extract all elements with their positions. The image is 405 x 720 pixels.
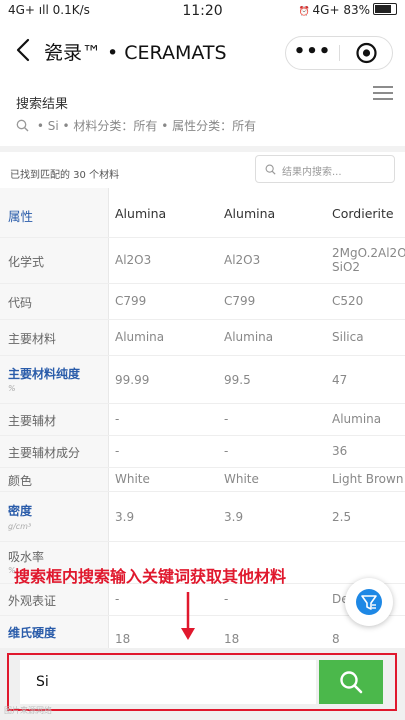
nav-bar: 瓷录™ • CERAMATS •••: [0, 22, 405, 78]
row-label: 主要辅材成分: [8, 446, 81, 460]
search-button[interactable]: [319, 660, 383, 704]
back-arrow-icon[interactable]: [12, 36, 36, 64]
table-cell: White: [115, 472, 150, 486]
more-menu-button[interactable]: •••: [286, 37, 339, 69]
table-cell: Alumina: [332, 412, 382, 426]
watermark: 图片来源网络: [4, 706, 52, 715]
table-cell: 8: [332, 632, 340, 646]
table-row: 主要材料纯度 % 99.99 99.5 47: [0, 356, 405, 404]
table-row: 颜色 White White Light Brown: [0, 468, 405, 492]
row-label[interactable]: 主要材料纯度: [8, 365, 80, 382]
row-label: 主要材料: [8, 332, 57, 346]
table-cell: Alumina: [224, 330, 274, 344]
row-label: 外观表证: [8, 594, 57, 608]
close-target-icon[interactable]: [340, 37, 393, 69]
table-cell: 3.9: [224, 510, 244, 524]
table-cell: Alumina: [115, 330, 165, 344]
row-label: 颜色: [8, 474, 33, 488]
result-count: 已找到匹配的 30 个材料: [10, 170, 120, 181]
page-title: 瓷录™ • CERAMATS: [44, 42, 227, 64]
battery-icon: [373, 3, 397, 15]
search-breadcrumb: • Si • 材料分类：所有 • 属性分类：所有: [16, 117, 256, 134]
search-input[interactable]: Si: [20, 660, 316, 704]
table-cell: -: [224, 412, 229, 426]
row-label: 化学式: [8, 255, 45, 269]
table-cell: 36: [332, 444, 348, 458]
arrow-down-icon: [181, 592, 195, 640]
crumb-keyword: Si: [47, 119, 59, 133]
column-header-2[interactable]: Alumina: [224, 206, 275, 221]
table-row: 化学式 Al2O3 Al2O3 2MgO.2Al2O3.5 SiO2: [0, 238, 405, 284]
table-cell: 18: [224, 632, 240, 646]
menu-icon[interactable]: [372, 84, 394, 102]
table-row: 维氏硬度 18 18 8: [0, 616, 405, 648]
table-cell: 2MgO.2Al2O3.5: [332, 246, 405, 260]
row-label[interactable]: 密度: [8, 502, 32, 519]
table-cell: White: [224, 472, 259, 486]
table-cell: -: [115, 444, 120, 458]
table-row: 主要辅材成分 - - 36: [0, 436, 405, 468]
row-label: 代码: [8, 296, 33, 310]
header-property-label: 属性: [8, 209, 34, 224]
table-cell: -: [224, 444, 229, 458]
table-cell: 18: [115, 632, 131, 646]
status-bar: 4G+ ıll 0.1K/s 11:20 ⏰ 4G+ 83%: [0, 0, 405, 22]
filter-button[interactable]: [345, 578, 393, 626]
battery-level: 4G+ 83%: [312, 3, 370, 17]
row-unit: g/cm³: [8, 522, 32, 531]
table-cell: -: [224, 592, 229, 606]
result-search-input[interactable]: 结果内搜索...: [255, 155, 395, 183]
table-cell: 2.5: [332, 510, 352, 524]
annotation-text: 搜索框内搜索输入关键词获取其他材料: [14, 567, 287, 586]
crumb-property-category[interactable]: 属性分类：所有: [172, 119, 256, 133]
table-cell: -: [115, 592, 120, 606]
section-divider: [0, 146, 405, 152]
table-cell: C799: [224, 294, 256, 308]
search-result-title: 搜索结果: [16, 97, 69, 112]
row-unit: %: [8, 384, 16, 393]
alarm-icon: ⏰: [298, 7, 313, 17]
table-cell: C520: [332, 294, 364, 308]
table-row: 代码 C799 C799 C520: [0, 284, 405, 320]
table-row: 密度 g/cm³ 3.9 3.9 2.5: [0, 492, 405, 542]
table-cell: 99.5: [224, 373, 251, 387]
table-row: 主要辅材 - - Alumina: [0, 404, 405, 436]
table-cell: C799: [115, 294, 147, 308]
column-header-1[interactable]: Alumina: [115, 206, 166, 221]
table-cell: 99.99: [115, 373, 150, 387]
mini-program-capsule: •••: [285, 36, 393, 70]
result-search-placeholder: 结果内搜索...: [282, 167, 342, 178]
row-label: 主要辅材: [8, 414, 57, 428]
table-cell: 47: [332, 373, 348, 387]
table-cell: Al2O3: [224, 253, 261, 267]
table-cell: Light Brown: [332, 472, 404, 486]
table-row: 主要材料 Alumina Alumina Silica: [0, 320, 405, 356]
column-header-3[interactable]: Cordierite: [332, 206, 394, 221]
row-label[interactable]: 维氏硬度: [8, 624, 56, 641]
table-cell: Al2O3: [115, 253, 152, 267]
table-cell: 3.9: [115, 510, 135, 524]
status-right: ⏰ 4G+ 83%: [298, 3, 397, 17]
search-icon: [16, 119, 29, 132]
search-icon: [340, 671, 363, 694]
filter-icon: [356, 589, 382, 615]
table-cell: Silica: [332, 330, 364, 344]
search-icon: [265, 164, 276, 175]
table-cell: SiO2: [332, 260, 361, 274]
crumb-material-category[interactable]: 材料分类：所有: [73, 119, 157, 133]
table-cell: -: [115, 412, 120, 426]
table-header-row: 属性 Alumina Alumina Cordierite: [0, 188, 405, 238]
